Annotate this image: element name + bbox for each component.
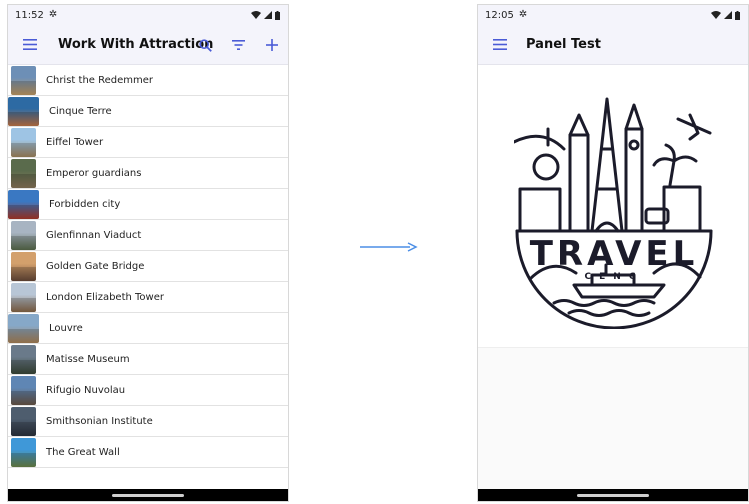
navigation-bar [8, 489, 288, 501]
signal-icon [264, 11, 272, 19]
gear-icon: ✲ [48, 9, 58, 20]
menu-icon [493, 39, 507, 50]
attraction-thumbnail [11, 344, 36, 374]
attraction-thumbnail [11, 406, 36, 436]
attraction-thumbnail [11, 220, 36, 250]
list-item-label: Forbidden city [49, 198, 121, 210]
list-item-label: The Great Wall [46, 446, 120, 458]
wifi-icon [251, 11, 261, 19]
attraction-thumbnail [11, 158, 36, 188]
app-bar: Work With Attraction [8, 25, 288, 65]
attraction-thumbnail [11, 251, 36, 281]
list-item[interactable]: Louvre [8, 313, 288, 344]
home-handle[interactable] [577, 493, 649, 497]
list-item-label: Emperor guardians [46, 167, 142, 179]
list-item-label: Christ the Redemmer [46, 74, 154, 86]
attraction-thumbnail [8, 96, 39, 126]
list-item-label: Cinque Terre [49, 105, 112, 117]
travel-logo-image: TRAVEL CENC [514, 97, 713, 329]
filter-icon [232, 40, 245, 50]
attraction-thumbnail [8, 313, 39, 343]
battery-icon [275, 10, 280, 20]
list-item[interactable]: The Great Wall [8, 437, 288, 468]
list-item-label: Rifugio Nuvolau [46, 384, 126, 396]
list-item[interactable]: Forbidden city [8, 189, 288, 220]
attraction-thumbnail [11, 127, 36, 157]
list-item[interactable]: Rifugio Nuvolau [8, 375, 288, 406]
attraction-thumbnail [11, 375, 36, 405]
status-bar: 11:52 ✲ [8, 5, 288, 25]
signal-icon [724, 11, 732, 19]
list-item-label: Louvre [49, 322, 83, 334]
add-button[interactable] [255, 25, 288, 65]
list-item[interactable]: Christ the Redemmer [8, 65, 288, 96]
app-bar: Panel Test [478, 25, 748, 65]
list-item-label: Glenfinnan Viaduct [46, 229, 142, 241]
menu-button[interactable] [478, 25, 522, 65]
filter-button[interactable] [222, 25, 255, 65]
wifi-icon [711, 11, 721, 19]
gear-icon: ✲ [518, 9, 528, 20]
battery-icon [735, 10, 740, 20]
list-item[interactable]: Glenfinnan Viaduct [8, 220, 288, 251]
list-item[interactable]: London Elizabeth Tower [8, 282, 288, 313]
list-item-label: Matisse Museum [46, 353, 130, 365]
phone-left: 11:52 ✲ Work With Attraction Christ the … [7, 4, 289, 502]
list-item[interactable]: Matisse Museum [8, 344, 288, 375]
page-title: Panel Test [526, 37, 601, 52]
logo-sub-text: CENC [585, 272, 644, 282]
panel-content: TRAVEL CENC [478, 65, 748, 347]
status-time: 12:05 [485, 9, 514, 21]
attraction-list: Christ the Redemmer Cinque Terre Eiffel To… [8, 65, 288, 468]
phone-right: 12:05 ✲ Panel Test TRAVEL CENC [477, 4, 749, 502]
status-time: 11:52 [15, 9, 44, 21]
list-item-label: Eiffel Tower [46, 136, 104, 148]
menu-icon [23, 39, 37, 50]
list-item-label: Smithsonian Institute [46, 415, 153, 427]
attraction-thumbnail [11, 65, 36, 95]
list-item-label: Golden Gate Bridge [46, 260, 145, 272]
list-item[interactable]: Cinque Terre [8, 96, 288, 127]
attraction-thumbnail [11, 282, 36, 312]
list-item[interactable]: Emperor guardians [8, 158, 288, 189]
search-button[interactable] [189, 25, 222, 65]
add-icon [265, 39, 278, 51]
panel-lower-area [478, 347, 748, 489]
home-handle[interactable] [112, 493, 184, 497]
logo-main-text: TRAVEL [530, 234, 699, 274]
status-bar: 12:05 ✲ [478, 5, 748, 25]
search-icon [199, 38, 212, 52]
menu-button[interactable] [8, 25, 52, 65]
list-item[interactable]: Eiffel Tower [8, 127, 288, 158]
list-item-label: London Elizabeth Tower [46, 291, 164, 303]
navigation-bar [478, 489, 748, 501]
list-item[interactable]: Golden Gate Bridge [8, 251, 288, 282]
attraction-thumbnail [11, 437, 36, 467]
attraction-thumbnail [8, 189, 39, 219]
list-item[interactable]: Smithsonian Institute [8, 406, 288, 437]
transition-arrow-icon [360, 242, 418, 252]
